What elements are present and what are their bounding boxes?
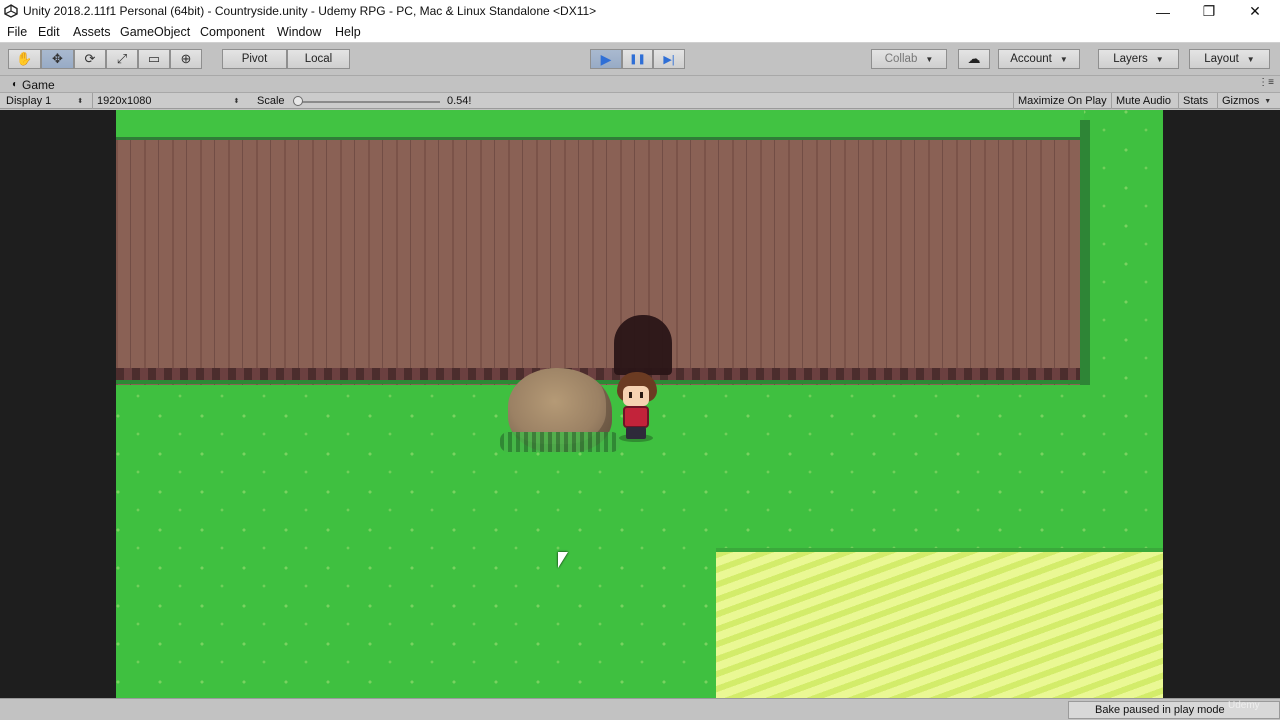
gizmos-label: Gizmos	[1222, 95, 1260, 107]
player-eye	[640, 392, 643, 398]
game-view-toolbar: Display 1 ⬍ 1920x1080 ⬍ Scale 0.54! Maxi…	[0, 92, 1280, 109]
scale-label: Scale	[257, 95, 285, 107]
layers-dropdown[interactable]: Layers ▼	[1098, 49, 1179, 69]
collab-dropdown[interactable]: Collab ▼	[871, 49, 947, 69]
scale-value: 0.54!	[447, 95, 472, 107]
pause-button[interactable]: ❚❚	[622, 49, 653, 69]
hand-tool-button[interactable]: ✋	[8, 49, 41, 69]
transform-tool-icon: ⊕	[180, 51, 192, 66]
window-titlebar: Unity 2018.2.11f1 Personal (64bit) - Cou…	[0, 0, 1280, 23]
close-icon: ✕	[1249, 3, 1261, 19]
player-legs	[626, 427, 646, 439]
account-dropdown[interactable]: Account ▼	[998, 49, 1080, 69]
rotate-tool-button[interactable]: ⟳	[74, 49, 106, 69]
rect-tool-icon: ▭	[147, 51, 161, 66]
status-bar: Bake paused in play mode	[0, 698, 1280, 720]
player-character	[613, 372, 659, 442]
step-icon: ▶|	[663, 53, 675, 66]
game-render[interactable]	[116, 110, 1163, 698]
pivot-label: Pivot	[241, 53, 268, 65]
pivot-toggle[interactable]: Pivot	[222, 49, 287, 69]
rotate-tool-icon: ⟳	[84, 51, 96, 66]
chevron-down-icon: ▼	[1155, 54, 1164, 64]
move-tool-icon: ✥	[52, 51, 63, 66]
scale-tool-icon: ⤢	[116, 51, 128, 66]
play-icon: ▶	[600, 50, 612, 67]
layout-dropdown[interactable]: Layout ▼	[1189, 49, 1270, 69]
mouse-cursor-icon	[558, 552, 568, 568]
menu-gameobject[interactable]: GameObject	[120, 25, 190, 39]
scale-slider-thumb[interactable]	[292, 96, 303, 106]
hand-tool-icon: ✋	[16, 51, 33, 66]
player-eye	[629, 392, 632, 398]
minimize-icon: —	[1156, 3, 1170, 20]
game-tab-label: Game	[22, 77, 55, 92]
layers-label: Layers	[1113, 53, 1148, 65]
chevron-down-icon: ▼	[925, 54, 934, 64]
udemy-watermark: Udemy	[1228, 700, 1260, 711]
gizmos-dropdown[interactable]: Gizmos ▼	[1217, 93, 1271, 109]
scale-tool-button[interactable]: ⤢	[106, 49, 138, 69]
display-dropdown[interactable]: Display 1 ⬍	[6, 93, 86, 109]
chevron-down-icon: ▼	[1246, 54, 1255, 64]
menu-bar: File Edit Assets GameObject Component Wi…	[0, 23, 1280, 43]
menu-window[interactable]: Window	[277, 25, 321, 39]
unity-logo-icon	[4, 4, 18, 18]
updown-arrow-icon: ⬍	[233, 98, 240, 105]
stats-toggle[interactable]: Stats	[1178, 93, 1208, 109]
menu-help[interactable]: Help	[335, 25, 361, 39]
layout-label: Layout	[1204, 53, 1239, 65]
restore-icon: ❐	[1202, 3, 1216, 19]
game-viewport[interactable]	[0, 110, 1280, 698]
chevron-down-icon: ▼	[1059, 54, 1068, 64]
collab-label: Collab	[884, 53, 918, 65]
tab-game[interactable]: ◐ Game	[4, 77, 63, 92]
move-tool-button[interactable]: ✥	[41, 49, 74, 69]
main-toolbar: ✋ ✥ ⟳ ⤢ ▭ ⊕ Pivot Local ▶ ❚❚ ▶| Collab ▼ …	[0, 44, 1280, 76]
local-label: Local	[304, 53, 333, 65]
mute-audio-toggle[interactable]: Mute Audio	[1111, 93, 1171, 109]
menu-assets[interactable]: Assets	[73, 25, 111, 39]
minimize-button[interactable]: —	[1140, 0, 1186, 23]
top-grass-strip	[116, 110, 1084, 138]
cave-entrance	[614, 315, 672, 375]
player-face	[623, 386, 649, 406]
close-button[interactable]: ✕	[1232, 0, 1278, 23]
cliff-wall	[116, 140, 1084, 385]
maximize-on-play-toggle[interactable]: Maximize On Play	[1013, 93, 1107, 109]
resolution-dropdown[interactable]: 1920x1080 ⬍	[92, 93, 250, 109]
local-toggle[interactable]: Local	[287, 49, 350, 69]
tab-menu-icon[interactable]: ⋮≡	[1258, 77, 1274, 88]
chevron-down-icon: ▼	[1264, 97, 1272, 105]
cloud-button[interactable]: ☁	[958, 49, 990, 69]
window-title: Unity 2018.2.11f1 Personal (64bit) - Cou…	[23, 4, 597, 18]
restore-button[interactable]: ❐	[1186, 0, 1232, 23]
cloud-icon: ☁	[967, 51, 981, 66]
menu-file[interactable]: File	[7, 25, 27, 39]
player-body	[623, 406, 649, 428]
pause-icon: ❚❚	[629, 53, 646, 65]
game-controller-icon: ◐	[12, 79, 19, 90]
menu-edit[interactable]: Edit	[38, 25, 60, 39]
rect-tool-button[interactable]: ▭	[138, 49, 170, 69]
sand-patch	[716, 548, 1163, 698]
updown-arrow-icon: ⬍	[77, 98, 84, 105]
account-label: Account	[1010, 53, 1052, 65]
resolution-label: 1920x1080	[97, 95, 152, 107]
boulder-grass	[500, 432, 620, 452]
display-label: Display 1	[6, 95, 52, 107]
scale-slider-track[interactable]	[295, 101, 440, 103]
transform-tool-button[interactable]: ⊕	[170, 49, 202, 69]
play-button[interactable]: ▶	[590, 49, 622, 69]
cliff-bottom-edge	[116, 368, 1084, 384]
menu-component[interactable]: Component	[200, 25, 265, 39]
cliff-right-edge	[1080, 120, 1090, 385]
step-button[interactable]: ▶|	[653, 49, 685, 69]
game-tab-row: ◐ Game ⋮≡	[0, 77, 1280, 92]
